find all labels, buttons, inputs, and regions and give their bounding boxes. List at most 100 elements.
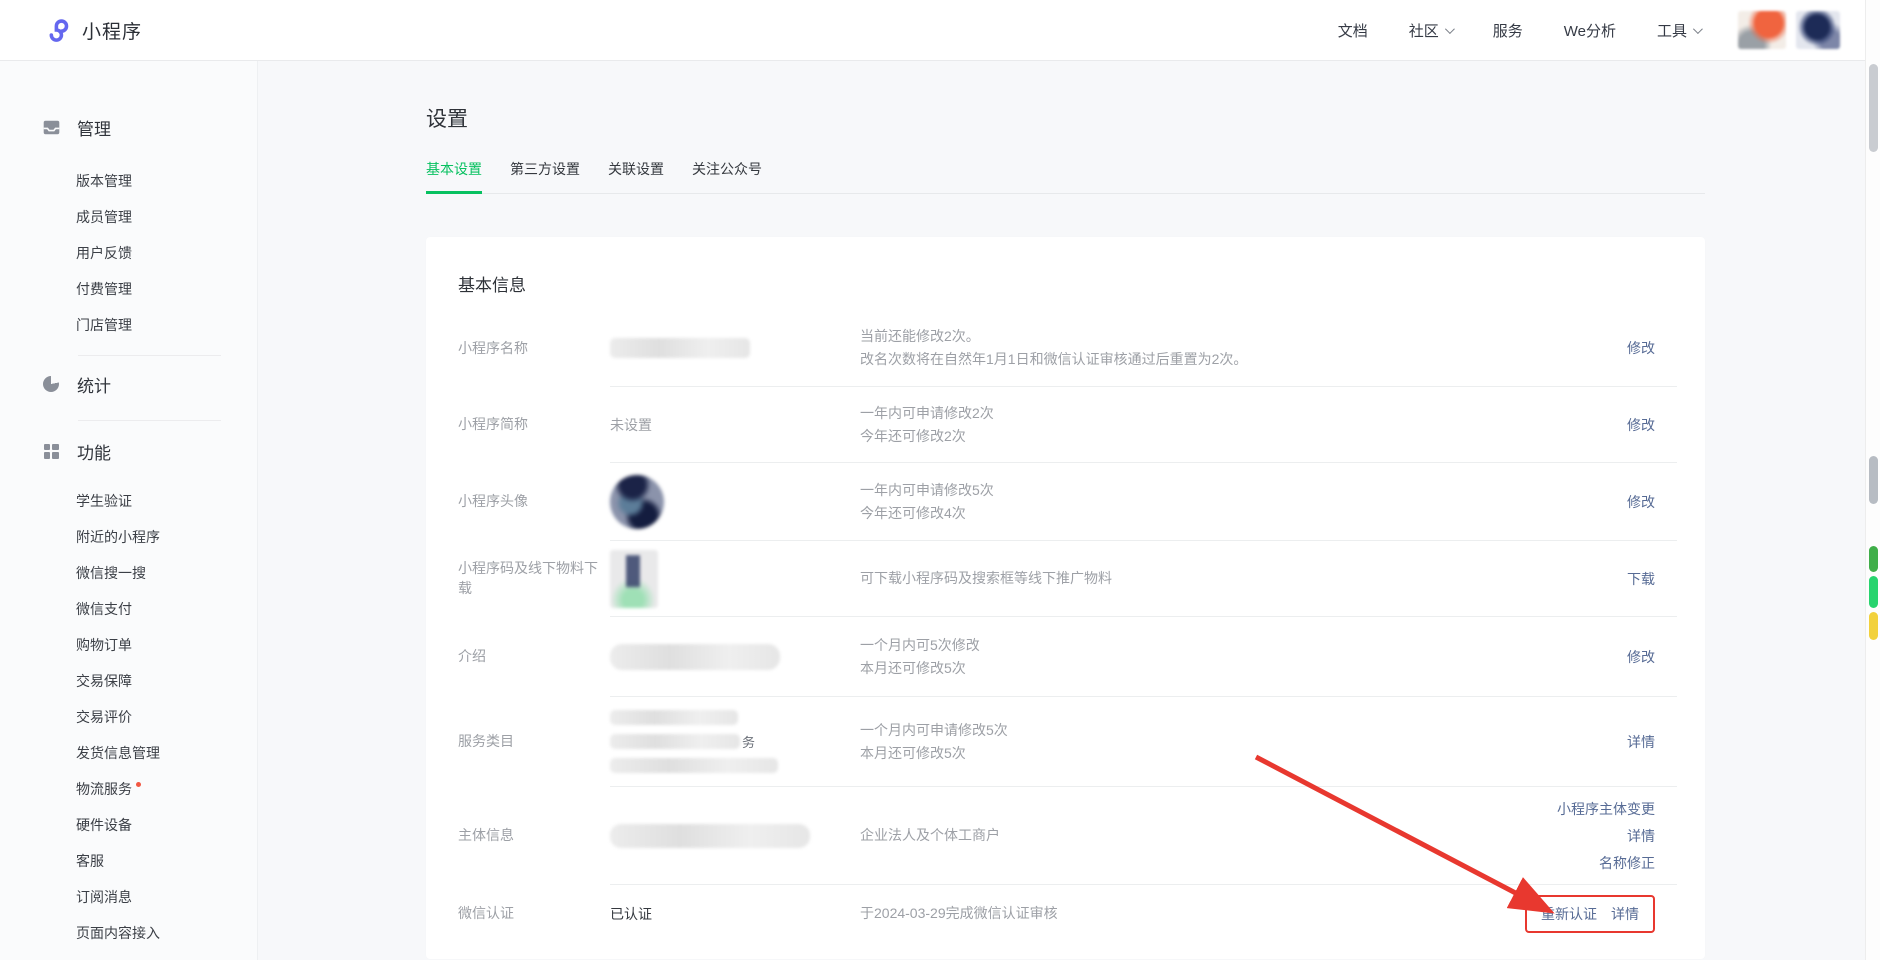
- sidebar-item-wepay[interactable]: 微信支付: [0, 591, 257, 627]
- row-app-avatar: 小程序头像 一年内可申请修改5次 今年还可修改4次 修改: [426, 462, 1705, 540]
- row-entity-info: 主体信息 企业法人及个体工商户 小程序主体变更 详情 名称修正: [426, 786, 1705, 884]
- masked-entity-name: [610, 824, 810, 848]
- modify-link[interactable]: 修改: [1627, 647, 1655, 667]
- reverify-link[interactable]: 重新认证: [1541, 904, 1597, 924]
- sidebar-section-stats[interactable]: 统计: [0, 372, 257, 396]
- pie-chart-icon: [42, 375, 60, 393]
- avatar[interactable]: [1738, 11, 1786, 49]
- sidebar-item-trade-guarantee[interactable]: 交易保障: [0, 663, 257, 699]
- row-label: 介绍: [426, 616, 610, 696]
- sidebar-item-customer-service[interactable]: 客服: [0, 843, 257, 879]
- row-desc: 于2024-03-29完成微信认证审核: [860, 902, 1437, 925]
- sidebar: 管理 版本管理 成员管理 用户反馈 付费管理 门店管理 统计 功能: [0, 61, 258, 960]
- nav-tools[interactable]: 工具: [1657, 20, 1700, 41]
- row-desc: 当前还能修改2次。 改名次数将在自然年1月1日和微信认证审核通过后重置为2次。: [860, 325, 1437, 371]
- sidebar-item-subscribe-msg[interactable]: 订阅消息: [0, 879, 257, 915]
- tab-thirdparty-settings[interactable]: 第三方设置: [510, 159, 580, 194]
- modify-link[interactable]: 修改: [1627, 492, 1655, 512]
- row-label: 微信认证: [426, 884, 610, 942]
- scrollbar-thumb[interactable]: [1869, 64, 1878, 152]
- tab-official-account[interactable]: 关注公众号: [692, 159, 762, 194]
- entity-change-link[interactable]: 小程序主体变更: [1557, 799, 1655, 819]
- name-correction-link[interactable]: 名称修正: [1599, 853, 1655, 873]
- logo-text: 小程序: [82, 17, 142, 44]
- wechat-miniprogram-console: 小程序 文档 社区 服务 We分析 工具 管理: [0, 0, 1880, 960]
- sidebar-section-label: 管理: [77, 115, 111, 140]
- tab-basic-settings[interactable]: 基本设置: [426, 159, 482, 194]
- row-service-category: 服务类目 务 一个月内可申请修改5次 本: [426, 696, 1705, 786]
- row-desc: 可下载小程序码及搜索框等线下推广物料: [860, 567, 1437, 590]
- row-label: 主体信息: [426, 786, 610, 884]
- main-content: 设置 基本设置 第三方设置 关联设置 关注公众号 基本信息 小程序名称: [258, 61, 1880, 960]
- sidebar-manage-items: 版本管理 成员管理 用户反馈 付费管理 门店管理: [0, 163, 257, 343]
- top-header: 小程序 文档 社区 服务 We分析 工具: [0, 0, 1880, 61]
- row-introduction: 介绍 一个月内可5次修改 本月还可修改5次 修改: [426, 616, 1705, 696]
- miniprogram-logo-icon: [42, 16, 70, 44]
- details-link[interactable]: 详情: [1627, 826, 1655, 846]
- new-badge-dot: [136, 782, 141, 787]
- sidebar-item-members[interactable]: 成员管理: [0, 199, 257, 235]
- sidebar-item-logistics[interactable]: 物流服务: [0, 771, 257, 807]
- sidebar-item-page-content[interactable]: 页面内容接入: [0, 915, 257, 951]
- nav-services[interactable]: 服务: [1493, 20, 1523, 41]
- row-desc: 企业法人及个体工商户: [860, 824, 1437, 847]
- row-label: 小程序名称: [426, 310, 610, 386]
- sidebar-item-shipping-info[interactable]: 发货信息管理: [0, 735, 257, 771]
- scroll-marker-gray: [1869, 456, 1878, 504]
- account-area: [1738, 11, 1840, 49]
- divider: [78, 420, 221, 421]
- row-label: 小程序头像: [426, 462, 610, 540]
- sidebar-section-features[interactable]: 功能: [0, 439, 257, 463]
- settings-tabs: 基本设置 第三方设置 关联设置 关注公众号: [426, 159, 1705, 194]
- sidebar-item-hardware[interactable]: 硬件设备: [0, 807, 257, 843]
- masked-app-name: [610, 338, 750, 358]
- sidebar-item-version[interactable]: 版本管理: [0, 163, 257, 199]
- chevron-down-icon: [1445, 24, 1455, 34]
- masked-app-avatar-image: [610, 475, 664, 529]
- row-app-short-name: 小程序简称 未设置 一年内可申请修改2次 今年还可修改2次 修改: [426, 386, 1705, 462]
- grid-icon: [42, 442, 60, 460]
- sidebar-item-student-verify[interactable]: 学生验证: [0, 483, 257, 519]
- sidebar-section-label: 统计: [77, 372, 111, 397]
- sidebar-item-feedback[interactable]: 用户反馈: [0, 235, 257, 271]
- row-desc: 一年内可申请修改2次 今年还可修改2次: [860, 402, 1437, 448]
- modify-link[interactable]: 修改: [1627, 338, 1655, 358]
- card-title: 基本信息: [426, 237, 1705, 296]
- modify-link[interactable]: 修改: [1627, 415, 1655, 435]
- sidebar-item-nearby[interactable]: 附近的小程序: [0, 519, 257, 555]
- row-desc: 一年内可申请修改5次 今年还可修改4次: [860, 479, 1437, 525]
- inbox-icon: [42, 118, 60, 136]
- row-qrcode-material: 小程序码及线下物料下载 可下载小程序码及搜索框等线下推广物料 下载: [426, 540, 1705, 616]
- scroll-marker-yellow: [1869, 612, 1878, 640]
- miniprogram-logo[interactable]: 小程序: [42, 16, 142, 44]
- row-label: 服务类目: [426, 696, 610, 786]
- nav-community[interactable]: 社区: [1409, 20, 1452, 41]
- masked-service-categories: 务: [610, 710, 860, 773]
- masked-qrcode-image: [610, 550, 658, 608]
- reverify-highlight-box: 重新认证 详情: [1525, 895, 1655, 933]
- row-wechat-verification: 微信认证 已认证 于2024-03-29完成微信认证审核 重新认证 详情: [426, 884, 1705, 942]
- details-link[interactable]: 详情: [1611, 904, 1639, 924]
- sidebar-item-orders[interactable]: 购物订单: [0, 627, 257, 663]
- nav-docs[interactable]: 文档: [1338, 20, 1368, 41]
- sidebar-item-stores[interactable]: 门店管理: [0, 307, 257, 343]
- details-link[interactable]: 详情: [1627, 732, 1655, 752]
- sidebar-item-search[interactable]: 微信搜一搜: [0, 555, 257, 591]
- sidebar-item-payment[interactable]: 付费管理: [0, 271, 257, 307]
- row-value: 未设置: [610, 415, 860, 435]
- tab-relation-settings[interactable]: 关联设置: [608, 159, 664, 194]
- scroll-marker-teal: [1869, 576, 1878, 608]
- top-nav: 文档 社区 服务 We分析 工具: [1338, 20, 1700, 41]
- nav-we-analytics[interactable]: We分析: [1564, 20, 1616, 41]
- avatar[interactable]: [1796, 11, 1840, 49]
- divider: [78, 355, 221, 356]
- masked-introduction: [610, 644, 780, 670]
- row-desc: 一个月内可5次修改 本月还可修改5次: [860, 634, 1437, 680]
- sidebar-section-manage[interactable]: 管理: [0, 115, 257, 139]
- row-app-name: 小程序名称 当前还能修改2次。 改名次数将在自然年1月1日和微信认证审核通过后重…: [426, 310, 1705, 386]
- sidebar-item-trade-review[interactable]: 交易评价: [0, 699, 257, 735]
- sidebar-section-label: 功能: [77, 439, 111, 464]
- chevron-down-icon: [1693, 24, 1703, 34]
- download-link[interactable]: 下载: [1627, 569, 1655, 589]
- sidebar-feature-items: 学生验证 附近的小程序 微信搜一搜 微信支付 购物订单 交易保障 交易评价 发货…: [0, 483, 257, 951]
